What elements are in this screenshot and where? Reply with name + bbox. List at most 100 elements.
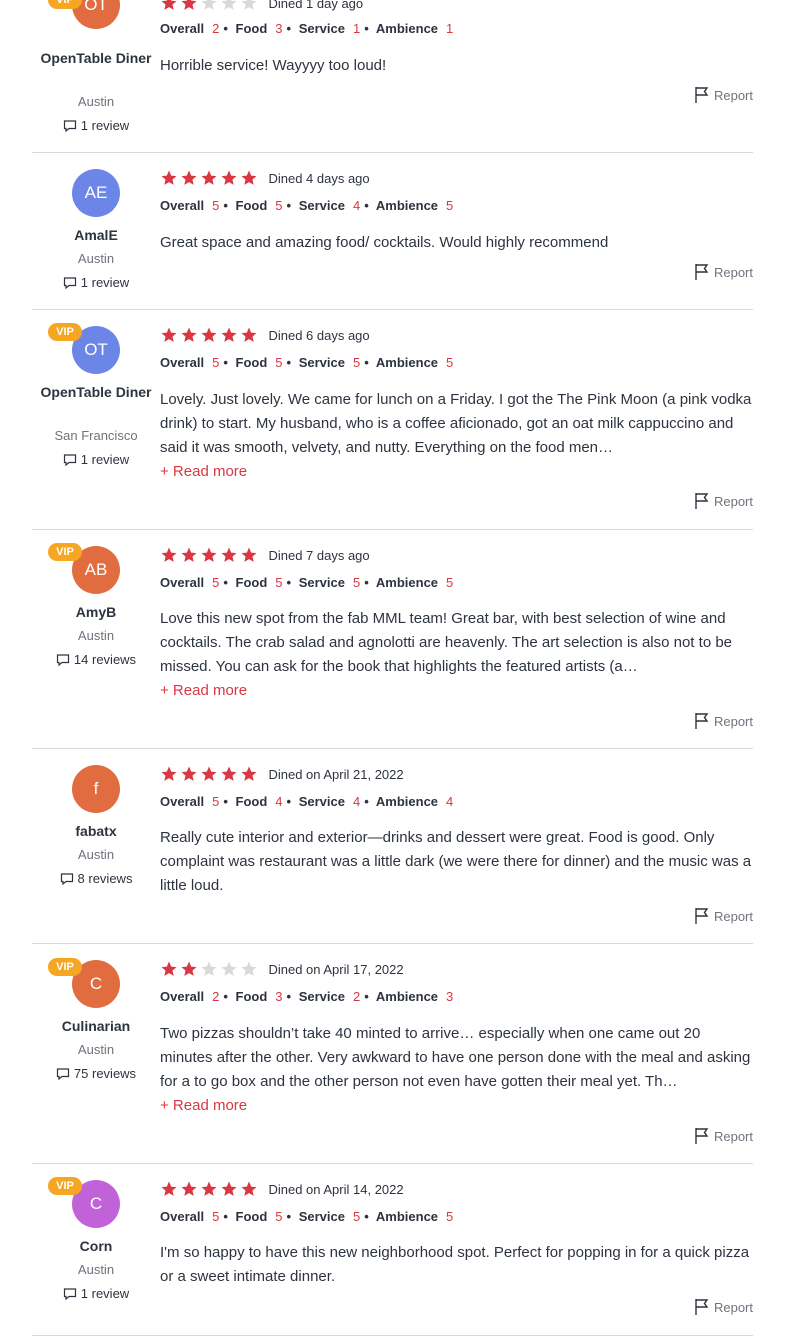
overall-rating: 5 xyxy=(212,794,220,809)
separator-dot: • xyxy=(223,989,228,1004)
star-rating xyxy=(160,960,260,978)
service-rating: 4 xyxy=(352,198,361,213)
flag-icon xyxy=(695,713,709,729)
ambience-label: Ambience xyxy=(375,989,439,1004)
category-ratings: Overall 5 • Food 5 • Service 4 • Ambience 5 xyxy=(160,196,457,216)
star-empty-icon xyxy=(221,961,237,976)
food-label: Food xyxy=(235,989,268,1004)
separator-dot: • xyxy=(364,575,369,590)
read-more-link[interactable]: + Read more xyxy=(160,1094,247,1118)
star-filled-icon xyxy=(201,327,217,342)
report-button[interactable]: Report xyxy=(694,1127,753,1147)
separator-dot: • xyxy=(223,575,228,590)
read-more-link[interactable]: + Read more xyxy=(160,679,247,703)
ambience-label: Ambience xyxy=(375,21,439,36)
food-rating: 5 xyxy=(275,355,283,370)
reviewer-location: Austin xyxy=(77,1262,115,1277)
review-text: Great space and amazing food/ cocktails.… xyxy=(160,234,609,251)
overall-label: Overall xyxy=(160,575,205,590)
dined-date: Dined on April 21, 2022 xyxy=(268,766,404,782)
food-rating: 5 xyxy=(275,198,283,213)
report-button[interactable]: Report xyxy=(694,907,753,927)
ambience-label: Ambience xyxy=(375,1209,439,1224)
vip-badge: VIP xyxy=(48,1177,82,1195)
report-label: Report xyxy=(713,1300,753,1315)
service-rating: 5 xyxy=(352,1209,361,1224)
report-label: Report xyxy=(713,88,753,103)
service-label: Service xyxy=(298,794,345,809)
reviewer-name: OpenTable Diner xyxy=(40,384,152,400)
food-label: Food xyxy=(235,355,268,370)
category-ratings: Overall 5 • Food 5 • Service 5 • Ambience 5 xyxy=(160,353,457,373)
review-text: Love this new spot from the fab MML team… xyxy=(160,610,733,675)
separator-dot: • xyxy=(286,21,292,36)
star-filled-icon xyxy=(241,327,257,342)
overall-rating: 5 xyxy=(212,198,220,213)
report-button[interactable]: Report xyxy=(694,492,753,512)
service-rating: 5 xyxy=(352,575,361,590)
flag-icon xyxy=(695,1299,709,1315)
food-rating: 4 xyxy=(275,794,283,809)
food-rating: 5 xyxy=(275,575,283,590)
star-filled-icon xyxy=(161,0,177,10)
separator-dot: • xyxy=(286,989,292,1004)
service-label: Service xyxy=(298,198,345,213)
overall-rating: 5 xyxy=(212,575,220,590)
report-button[interactable]: Report xyxy=(694,1298,753,1318)
ambience-label: Ambience xyxy=(375,575,439,590)
comment-icon xyxy=(63,277,76,290)
avatar: AE xyxy=(72,169,120,217)
read-more-link[interactable]: + Read more xyxy=(160,460,247,484)
report-label: Report xyxy=(713,494,753,509)
service-label: Service xyxy=(298,989,345,1004)
review-count-text: 1 review xyxy=(80,275,130,290)
reviews-list: OT VIP OpenTable Diner Austin 1 review D… xyxy=(0,0,785,1338)
reviewer-location: Austin xyxy=(77,628,115,643)
separator-dot: • xyxy=(286,355,292,370)
review-text: Really cute interior and exterior—drinks… xyxy=(160,829,752,894)
service-rating: 1 xyxy=(352,21,361,36)
separator-dot: • xyxy=(223,355,228,370)
review-text: Lovely. Just lovely. We came for lunch o… xyxy=(160,391,752,456)
reviewer-review-count: 1 review xyxy=(32,273,160,293)
category-ratings: Overall 2 • Food 3 • Service 2 • Ambience 3 xyxy=(160,987,457,1007)
comment-icon xyxy=(56,654,70,667)
separator-dot: • xyxy=(286,1209,292,1224)
star-filled-icon xyxy=(241,766,257,781)
reviewer-review-count: 8 reviews xyxy=(32,869,160,889)
star-filled-icon xyxy=(161,961,177,976)
star-filled-icon xyxy=(161,766,177,781)
food-rating: 3 xyxy=(275,21,283,36)
reviewer-location: Austin xyxy=(77,1042,115,1057)
reviewer-name: Corn xyxy=(79,1238,113,1254)
report-button[interactable]: Report xyxy=(694,263,753,283)
service-rating: 2 xyxy=(352,989,361,1004)
star-filled-icon xyxy=(221,766,237,781)
reviewer-review-count: 1 review xyxy=(32,450,160,470)
dined-date: Dined 6 days ago xyxy=(268,327,370,343)
separator-dot: • xyxy=(364,21,369,36)
report-button[interactable]: Report xyxy=(694,86,753,106)
ambience-rating: 4 xyxy=(446,794,454,809)
star-filled-icon xyxy=(221,170,237,185)
overall-label: Overall xyxy=(160,1209,205,1224)
category-ratings: Overall 5 • Food 5 • Service 5 • Ambience 5 xyxy=(160,1207,457,1227)
reviewer-review-count: 1 review xyxy=(32,1284,160,1304)
separator-dot: • xyxy=(223,198,228,213)
review-item: OT VIP OpenTable Diner Austin 1 review D… xyxy=(32,0,753,153)
report-button[interactable]: Report xyxy=(694,712,753,732)
report-label: Report xyxy=(713,714,753,729)
service-label: Service xyxy=(298,21,345,36)
dined-date: Dined 7 days ago xyxy=(268,547,370,563)
review-text: Horrible service! Wayyyy too loud! xyxy=(160,57,387,74)
star-filled-icon xyxy=(181,327,197,342)
star-filled-icon xyxy=(181,766,197,781)
food-rating: 5 xyxy=(275,1209,283,1224)
star-rating xyxy=(160,326,260,344)
review-item: C VIP Corn Austin 1 review Dined on Apri… xyxy=(32,1164,753,1336)
service-label: Service xyxy=(298,575,345,590)
star-filled-icon xyxy=(181,0,197,10)
overall-rating: 5 xyxy=(212,355,220,370)
review-count-text: 1 review xyxy=(80,452,130,467)
flag-icon xyxy=(695,264,709,280)
